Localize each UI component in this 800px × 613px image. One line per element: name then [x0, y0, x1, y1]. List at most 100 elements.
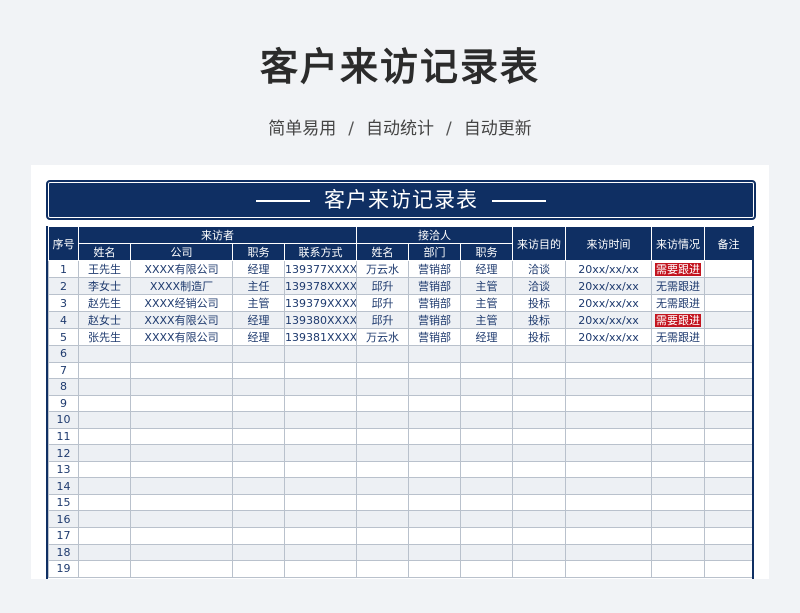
cell-time[interactable]: [565, 493, 653, 512]
cell-company[interactable]: [130, 510, 233, 529]
cell-company[interactable]: XXXX制造厂: [130, 277, 233, 295]
cell-host-title[interactable]: [459, 378, 514, 396]
cell-visitor-title[interactable]: 经理: [232, 311, 285, 329]
cell-index[interactable]: 12: [48, 444, 79, 462]
cell-host-title[interactable]: [459, 394, 514, 413]
cell-host-name[interactable]: [356, 493, 409, 512]
cell-host-title[interactable]: [459, 560, 514, 578]
cell-host-title[interactable]: [459, 543, 514, 562]
cell-company[interactable]: [130, 378, 233, 396]
cell-company[interactable]: [130, 493, 233, 512]
cell-note[interactable]: [704, 260, 752, 278]
cell-time[interactable]: [565, 361, 653, 380]
cell-time[interactable]: [565, 345, 653, 363]
cell-company[interactable]: [130, 560, 233, 578]
cell-phone[interactable]: [284, 345, 357, 363]
cell-status[interactable]: [651, 510, 706, 529]
cell-status[interactable]: 需要跟进: [651, 260, 706, 278]
cell-company[interactable]: XXXX有限公司: [130, 311, 233, 329]
cell-status[interactable]: 无需跟进: [651, 277, 706, 295]
cell-purpose[interactable]: [512, 427, 567, 446]
cell-visitor-name[interactable]: [78, 560, 131, 578]
cell-phone[interactable]: 139378XXXX: [284, 277, 357, 295]
cell-visitor-name[interactable]: [78, 493, 131, 512]
cell-note[interactable]: [704, 477, 752, 495]
cell-dept[interactable]: [408, 560, 461, 578]
cell-status[interactable]: [651, 560, 706, 578]
cell-host-name[interactable]: [356, 394, 409, 413]
cell-note[interactable]: [704, 378, 752, 396]
cell-visitor-title[interactable]: [232, 345, 285, 363]
cell-status[interactable]: [651, 378, 706, 396]
cell-dept[interactable]: [408, 543, 461, 562]
cell-index[interactable]: 9: [48, 394, 79, 413]
cell-visitor-title[interactable]: 主管: [232, 294, 285, 312]
cell-visitor-title[interactable]: [232, 510, 285, 529]
cell-dept[interactable]: [408, 460, 461, 479]
cell-visitor-title[interactable]: [232, 477, 285, 495]
cell-purpose[interactable]: [512, 361, 567, 380]
cell-purpose[interactable]: [512, 460, 567, 479]
cell-index[interactable]: 15: [48, 493, 79, 512]
cell-purpose[interactable]: 投标: [512, 294, 567, 312]
cell-note[interactable]: [704, 444, 752, 462]
cell-host-name[interactable]: [356, 444, 409, 462]
cell-visitor-title[interactable]: 经理: [232, 260, 285, 278]
cell-time[interactable]: 20xx/xx/xx: [565, 260, 653, 278]
cell-host-title[interactable]: [459, 493, 514, 512]
cell-phone[interactable]: [284, 477, 357, 495]
cell-phone[interactable]: [284, 361, 357, 380]
cell-purpose[interactable]: [512, 560, 567, 578]
cell-status[interactable]: [651, 427, 706, 446]
cell-status[interactable]: [651, 543, 706, 562]
cell-phone[interactable]: [284, 444, 357, 462]
cell-dept[interactable]: [408, 361, 461, 380]
cell-visitor-title[interactable]: [232, 361, 285, 380]
cell-host-name[interactable]: [356, 527, 409, 545]
cell-visitor-title[interactable]: [232, 378, 285, 396]
cell-company[interactable]: [130, 427, 233, 446]
cell-host-title[interactable]: [459, 361, 514, 380]
cell-status[interactable]: [651, 444, 706, 462]
cell-purpose[interactable]: [512, 493, 567, 512]
cell-visitor-name[interactable]: 王先生: [78, 260, 131, 278]
cell-host-name[interactable]: [356, 427, 409, 446]
cell-status[interactable]: [651, 460, 706, 479]
cell-index[interactable]: 18: [48, 543, 79, 562]
cell-time[interactable]: 20xx/xx/xx: [565, 294, 653, 312]
cell-visitor-name[interactable]: [78, 460, 131, 479]
cell-purpose[interactable]: [512, 510, 567, 529]
cell-note[interactable]: [704, 493, 752, 512]
cell-dept[interactable]: [408, 477, 461, 495]
cell-company[interactable]: [130, 361, 233, 380]
cell-company[interactable]: [130, 394, 233, 413]
cell-note[interactable]: [704, 311, 752, 329]
cell-company[interactable]: XXXX有限公司: [130, 328, 233, 346]
cell-host-title[interactable]: [459, 477, 514, 495]
cell-note[interactable]: [704, 543, 752, 562]
cell-index[interactable]: 8: [48, 378, 79, 396]
cell-phone[interactable]: 139377XXXX: [284, 260, 357, 278]
cell-dept[interactable]: 营销部: [408, 328, 461, 346]
cell-visitor-title[interactable]: [232, 427, 285, 446]
cell-note[interactable]: [704, 277, 752, 295]
cell-visitor-title[interactable]: 主任: [232, 277, 285, 295]
cell-visitor-title[interactable]: [232, 560, 285, 578]
cell-visitor-name[interactable]: 李女士: [78, 277, 131, 295]
cell-visitor-name[interactable]: [78, 411, 131, 429]
cell-dept[interactable]: [408, 444, 461, 462]
cell-purpose[interactable]: 洽谈: [512, 277, 567, 295]
cell-note[interactable]: [704, 527, 752, 545]
cell-visitor-title[interactable]: [232, 543, 285, 562]
cell-phone[interactable]: 139379XXXX: [284, 294, 357, 312]
cell-phone[interactable]: 139380XXXX: [284, 311, 357, 329]
cell-host-name[interactable]: 万云水: [356, 260, 409, 278]
cell-purpose[interactable]: 投标: [512, 311, 567, 329]
cell-phone[interactable]: [284, 527, 357, 545]
cell-time[interactable]: [565, 460, 653, 479]
cell-visitor-name[interactable]: [78, 427, 131, 446]
cell-index[interactable]: 11: [48, 427, 79, 446]
cell-index[interactable]: 2: [48, 277, 79, 295]
cell-dept[interactable]: [408, 378, 461, 396]
cell-status[interactable]: [651, 477, 706, 495]
